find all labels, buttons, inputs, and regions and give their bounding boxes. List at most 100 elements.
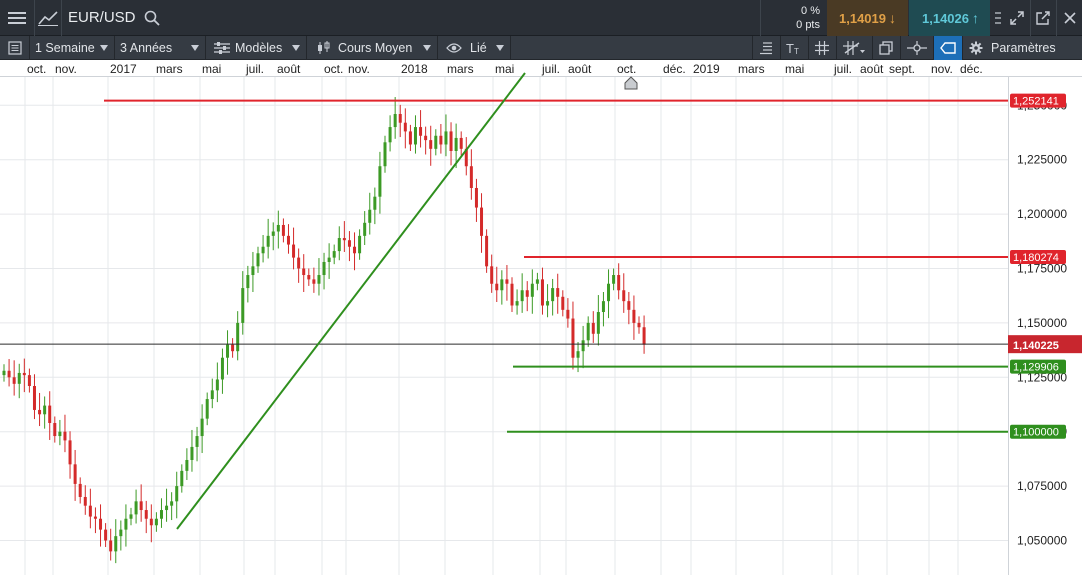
candle-body <box>58 431 62 437</box>
candle-body <box>68 440 72 465</box>
candle-body <box>566 309 570 319</box>
candle-body <box>398 114 402 123</box>
candle-body <box>236 322 240 352</box>
candle-body <box>32 386 36 410</box>
candle-body <box>12 377 16 384</box>
candle-body <box>434 135 438 149</box>
candle-body <box>93 516 97 519</box>
candle-body <box>114 536 118 552</box>
candle-body <box>190 446 194 460</box>
candle-body <box>2 370 6 376</box>
candle-body <box>403 122 407 132</box>
candle-body <box>332 251 336 258</box>
candle-body <box>424 135 428 141</box>
candle-body <box>485 235 489 267</box>
candle-body <box>363 222 367 236</box>
candle-body <box>520 290 524 302</box>
price-tick-label: 1,150000 <box>1017 316 1067 330</box>
level-tag-label: 1,180274 <box>1013 252 1059 264</box>
candle-body <box>327 257 331 262</box>
candle-body <box>83 496 87 506</box>
candle-body <box>337 238 341 252</box>
candle-body <box>88 505 92 517</box>
candle-body <box>175 486 179 502</box>
candle-body <box>73 464 77 484</box>
candle-body <box>251 266 255 276</box>
candle-body <box>241 288 245 323</box>
candle-body <box>281 224 285 236</box>
candle-body <box>205 399 209 419</box>
candle-body <box>449 131 453 151</box>
candle-body <box>373 196 377 210</box>
price-tick-label: 1,050000 <box>1017 534 1067 548</box>
candle-body <box>551 288 555 302</box>
candle-body <box>358 235 362 254</box>
candle-body <box>17 372 21 384</box>
candle-body <box>444 131 448 145</box>
candle-body <box>607 283 611 302</box>
candle-body <box>307 275 311 280</box>
price-axis: 1,0500001,0750001,1000001,1250001,150000… <box>1008 93 1082 548</box>
price-tick-label: 1,225000 <box>1017 153 1067 167</box>
candle-body <box>220 357 224 380</box>
candle-body <box>576 351 580 358</box>
candle-body <box>159 510 163 519</box>
candle-body <box>500 279 504 291</box>
candle-body <box>312 279 316 284</box>
candle-body <box>246 275 250 289</box>
candle-body <box>149 518 153 526</box>
candle-body <box>378 166 382 197</box>
current-price-label: 1,140225 <box>1013 340 1059 352</box>
candle-body <box>256 253 260 267</box>
candle-body <box>617 275 621 291</box>
trading-chart-window: EUR/USD 0 % 0 pts 1,14019 ↓ 1,14026 ↑ 1 … <box>0 0 1082 575</box>
candle-body <box>317 275 321 284</box>
candle-body <box>139 501 143 511</box>
candle-body <box>266 235 270 247</box>
candle-body <box>48 405 52 423</box>
price-tick-label: 1,075000 <box>1017 479 1067 493</box>
candle-body <box>368 209 372 223</box>
candle-body <box>185 459 189 471</box>
candle-body <box>104 529 108 541</box>
candle-body <box>490 266 494 284</box>
candle-body <box>474 187 478 208</box>
level-tag-label: 1,129906 <box>1013 362 1059 374</box>
candle-body <box>322 261 326 276</box>
candle-body <box>419 127 423 136</box>
candle-body <box>413 127 417 145</box>
drawn-lines <box>0 72 1008 530</box>
candle-body <box>302 268 306 276</box>
candle-body <box>78 483 82 497</box>
candle-body <box>124 518 128 530</box>
candle-body <box>170 501 174 506</box>
candle-body <box>586 322 590 341</box>
candle-body <box>515 301 519 306</box>
price-chart[interactable]: 1,0500001,0750001,1000001,1250001,150000… <box>0 0 1082 575</box>
candle-body <box>383 142 387 167</box>
candle-body <box>63 431 67 441</box>
candle-body <box>393 114 397 128</box>
candle-body <box>612 275 616 284</box>
candle-body <box>596 312 600 334</box>
candle-body <box>180 470 184 487</box>
level-tag-label: 1,252141 <box>1013 96 1059 108</box>
candle-body <box>642 327 646 345</box>
candle-body <box>144 510 148 519</box>
candle-body <box>505 279 509 284</box>
trendline <box>176 72 526 530</box>
candle-body <box>459 137 463 149</box>
candle-body <box>347 240 351 247</box>
candle-body <box>231 344 235 352</box>
candle-body <box>109 540 113 552</box>
candle-body <box>429 140 433 149</box>
candle-body <box>261 246 265 254</box>
candle-body <box>581 340 585 352</box>
candle-body <box>556 288 560 297</box>
candle-body <box>353 246 357 254</box>
candle-body <box>297 257 301 269</box>
candle-body <box>22 372 26 376</box>
candle-body <box>226 344 230 358</box>
level-tag-label: 1,100000 <box>1013 427 1059 439</box>
candle-body <box>43 405 47 415</box>
